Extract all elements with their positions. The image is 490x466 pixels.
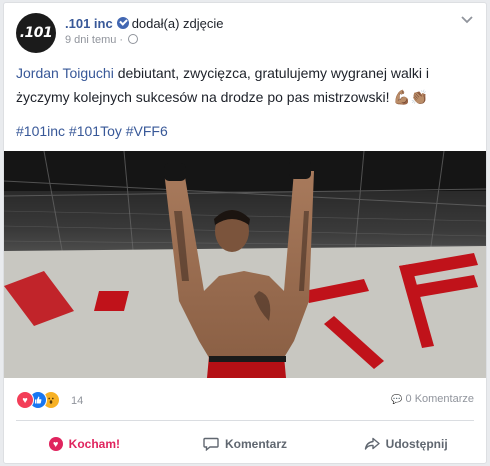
post-actions-bar: ♥ Kocham! Komentarz Udostępnij xyxy=(4,427,486,461)
post-timestamp[interactable]: 9 dni temu xyxy=(65,34,116,46)
reaction-count[interactable]: 14 xyxy=(71,395,83,407)
avatar-logo-text: .101 xyxy=(19,25,53,41)
love-icon[interactable]: ♥ xyxy=(16,391,34,409)
love-reaction-button[interactable]: ♥ Kocham! xyxy=(4,427,165,461)
fighter-photo-illustration xyxy=(4,151,486,378)
post-card: .101 .101 inc dodał(a) zdjęcie 9 dni temu… xyxy=(3,2,487,464)
comments-count-label: 0 Komentarze xyxy=(405,393,474,405)
post-meta: 9 dni temu · xyxy=(65,34,139,46)
comment-button-label: Komentarz xyxy=(225,437,288,451)
chevron-down-icon[interactable] xyxy=(460,13,474,27)
globe-icon[interactable] xyxy=(128,34,139,44)
share-button-label: Udostępnij xyxy=(385,437,448,451)
comments-count[interactable]: 💬 0 Komentarze xyxy=(391,393,474,405)
reaction-summary: ♥ 14 💬 0 Komentarze xyxy=(16,391,474,413)
love-button-label: Kocham! xyxy=(68,437,120,451)
comment-button[interactable]: Komentarz xyxy=(165,427,326,461)
heart-icon: ♥ xyxy=(48,437,63,451)
post-body-text: Jordan Toiguchi debiutant, zwycięzca, gr… xyxy=(16,61,476,109)
verified-badge-icon xyxy=(116,17,129,29)
hashtag-links[interactable]: #101inc #101Toy #VFF6 xyxy=(16,123,168,139)
post-photo[interactable] xyxy=(4,151,486,378)
page-avatar[interactable]: .101 xyxy=(16,13,56,53)
post-author-line: .101 inc dodał(a) zdjęcie xyxy=(65,16,223,31)
share-icon xyxy=(364,437,380,450)
mention-link[interactable]: Jordan Toiguchi xyxy=(16,65,114,81)
post-action-text: dodał(a) zdjęcie xyxy=(131,16,224,31)
comment-icon xyxy=(203,437,219,451)
page-name-link[interactable]: .101 inc xyxy=(65,16,113,31)
actions-divider xyxy=(16,420,474,421)
share-button[interactable]: Udostępnij xyxy=(325,427,486,461)
comment-bubble-icon: 💬 xyxy=(391,394,403,404)
flexed-biceps-emoji: 💪🏽 xyxy=(393,89,411,105)
post-header: .101 .101 inc dodał(a) zdjęcie 9 dni temu… xyxy=(16,13,474,53)
clapping-hands-emoji: 👏🏽 xyxy=(410,89,429,105)
